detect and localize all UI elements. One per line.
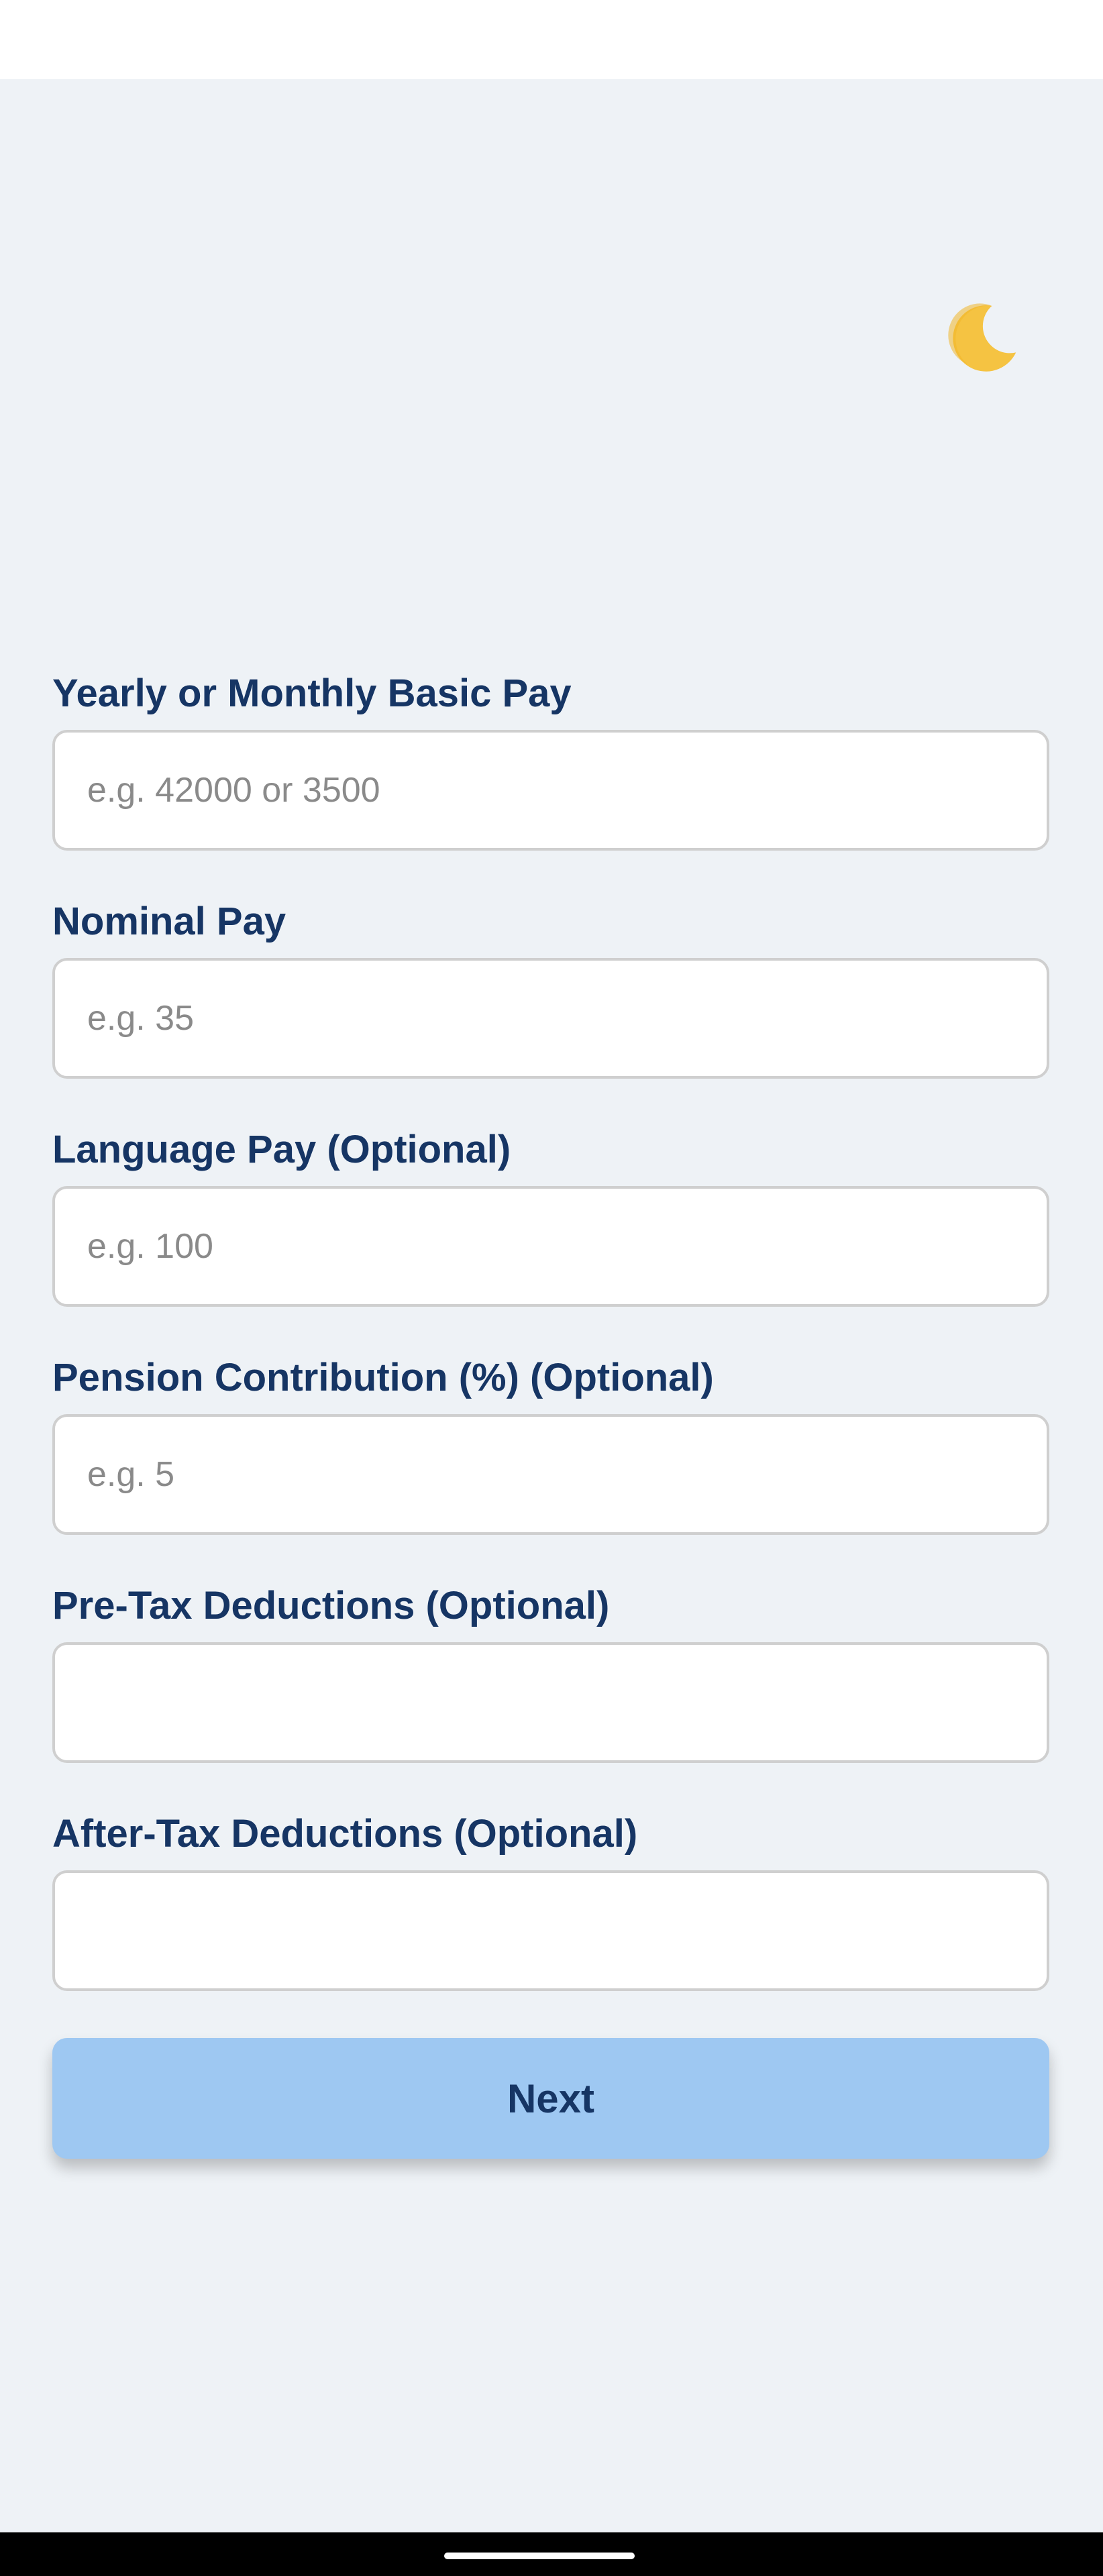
basic-pay-field: Yearly or Monthly Basic Pay — [52, 669, 1049, 851]
pre-tax-deductions-field: Pre-Tax Deductions (Optional) — [52, 1582, 1049, 1763]
app-screen: Yearly or Monthly Basic Pay Nominal Pay … — [0, 79, 1103, 2532]
nominal-pay-input[interactable] — [52, 958, 1049, 1079]
language-pay-label: Language Pay (Optional) — [52, 1128, 511, 1171]
pre-tax-deductions-label: Pre-Tax Deductions (Optional) — [52, 1584, 610, 1627]
basic-pay-input[interactable] — [52, 730, 1049, 851]
basic-pay-label: Yearly or Monthly Basic Pay — [52, 672, 572, 715]
after-tax-deductions-label: After-Tax Deductions (Optional) — [52, 1812, 638, 1856]
nominal-pay-label: Nominal Pay — [52, 900, 286, 943]
theme-toggle-button[interactable] — [939, 294, 1027, 381]
pension-contribution-input[interactable] — [52, 1414, 1049, 1535]
next-button[interactable]: Next — [52, 2038, 1049, 2159]
nominal-pay-field: Nominal Pay — [52, 898, 1049, 1079]
after-tax-deductions-input[interactable] — [52, 1870, 1049, 1991]
pension-contribution-field: Pension Contribution (%) (Optional) — [52, 1354, 1049, 1535]
pension-contribution-label: Pension Contribution (%) (Optional) — [52, 1356, 714, 1399]
language-pay-field: Language Pay (Optional) — [52, 1126, 1049, 1307]
home-indicator[interactable] — [444, 2553, 635, 2559]
navigation-bar — [0, 2532, 1103, 2576]
language-pay-input[interactable] — [52, 1186, 1049, 1307]
pre-tax-deductions-input[interactable] — [52, 1642, 1049, 1763]
after-tax-deductions-field: After-Tax Deductions (Optional) — [52, 1810, 1049, 1991]
crescent-moon-icon — [948, 303, 1016, 372]
status-bar — [0, 0, 1103, 79]
pay-form: Yearly or Monthly Basic Pay Nominal Pay … — [52, 669, 1049, 2159]
